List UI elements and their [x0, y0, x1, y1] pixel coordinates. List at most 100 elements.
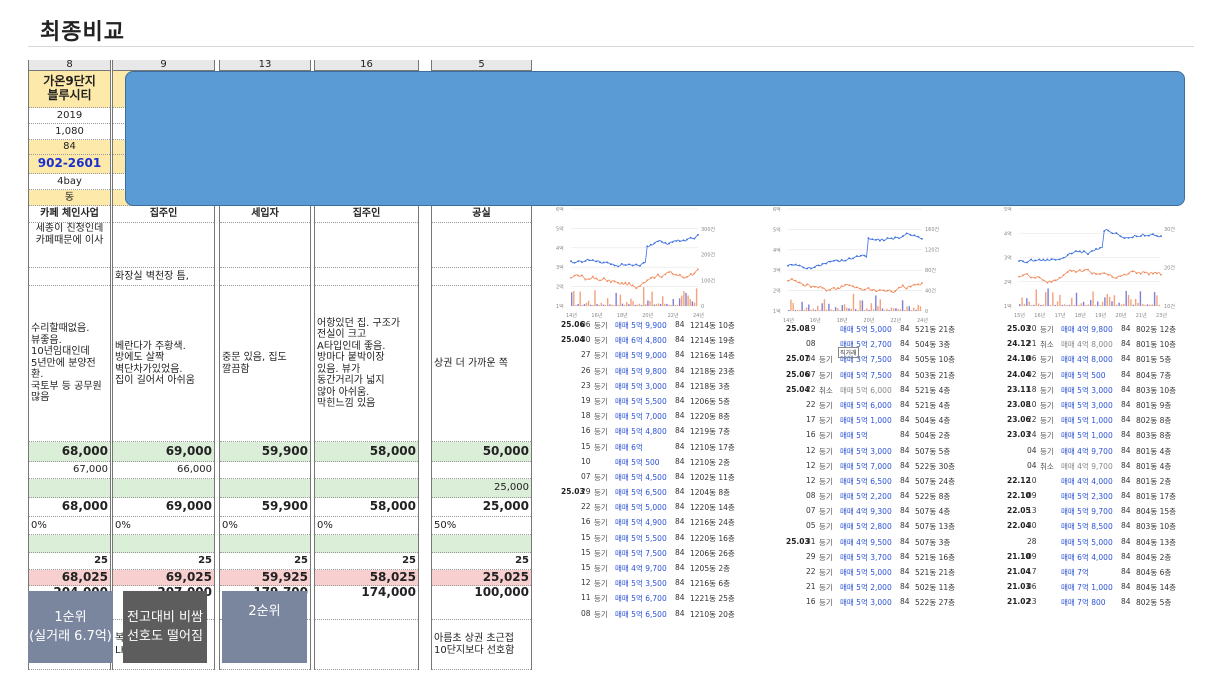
jeonse-point — [1078, 268, 1081, 271]
tx-a: 84 — [675, 380, 685, 390]
volume-bar — [678, 298, 681, 306]
list-item[interactable]: 25.06 06 등기 매매 5억 9,900 84 1214동 10층 — [561, 320, 735, 335]
list-item[interactable]: 21 등기 매매 5억 2,000 84 502동 11층 — [786, 582, 955, 597]
list-item[interactable]: 08 매매 5억 2,700 84 504동 3층 — [786, 339, 950, 354]
tx-p: 매매 5억 3,700 — [840, 552, 892, 562]
list-item[interactable]: 26 등기 매매 5억 9,800 84 1218동 23층 — [561, 366, 735, 381]
list-item[interactable]: 23.03 24 등기 매매 5억 1,000 84 803동 8층 — [1007, 430, 1182, 445]
volume-bar — [1035, 289, 1037, 306]
tx-t: 등기 — [1040, 446, 1054, 456]
y-tick: 2억 — [773, 288, 781, 295]
rank-box-1: 1순위 (실거래 6.7억) — [28, 591, 113, 663]
list-item[interactable]: 16 등기 매매 5억 4,800 84 1219동 7층 — [561, 426, 730, 441]
cell-p2: 67,000 — [29, 462, 110, 479]
list-item[interactable]: 12 등기 매매 5억 7,000 84 522동 30층 — [786, 461, 955, 476]
list-item[interactable]: 22.10 09 매매 5억 2,300 84 801동 17층 — [1007, 491, 1182, 506]
tx-t: 등기 — [1040, 370, 1054, 380]
list-item[interactable]: 12 등기 매매 5억 3,500 84 1216동 6층 — [561, 578, 730, 593]
list-item[interactable]: 24.10 06 등기 매매 4억 8,000 84 801동 5층 — [1007, 354, 1182, 369]
volume-bar — [628, 304, 630, 306]
list-item[interactable]: 21.02 23 매매 7억 800 84 802동 5층 — [1007, 597, 1182, 612]
list-item[interactable]: 25.08 19 매매 5억 5,000 84 521동 21층 — [786, 324, 955, 339]
tx-dd: 19 — [806, 324, 816, 333]
tx-t: 등기 — [1040, 385, 1054, 395]
cell-seller: 집주인 — [113, 206, 214, 223]
tx-t: 등기 — [594, 366, 608, 376]
jeonse-point — [1050, 281, 1053, 283]
list-item[interactable]: 19 등기 매매 5억 5,500 84 1206동 5층 — [561, 396, 730, 411]
tx-u: 801동 4층 — [1136, 461, 1172, 471]
list-item[interactable]: 25.04 30 등기 매매 6억 4,800 84 1214동 19층 — [561, 335, 735, 350]
tx-a: 84 — [900, 506, 910, 516]
tx-dd: 06 — [581, 320, 591, 329]
list-item[interactable]: 17 등기 매매 5억 1,000 84 504동 4층 — [786, 415, 950, 430]
list-item[interactable]: 29 등기 매매 5억 3,700 84 521동 16층 — [786, 552, 955, 567]
list-item[interactable]: 21.04 17 매매 7억 84 804동 6층 — [1007, 567, 1182, 582]
list-item[interactable]: 25.07 04 등기 매매 3억 7,500 84 505동 10층 직거래 — [786, 347, 955, 369]
sale-point — [1074, 250, 1077, 252]
list-item[interactable]: 25.03 20 등기 매매 4억 9,800 84 802동 12층 — [1007, 324, 1182, 339]
list-item[interactable]: 22.12 10 매매 4억 4,000 84 801동 2층 — [1007, 476, 1182, 491]
tx-p: 매매 6억 — [615, 442, 643, 452]
list-item[interactable]: 15 등기 매매 5억 7,500 84 1206동 26층 — [561, 548, 735, 563]
list-item[interactable]: 28 매매 5억 5,000 84 804동 13층 — [1007, 537, 1182, 552]
cell-p4: 58,000 — [315, 498, 418, 517]
list-item[interactable]: 04 취소 매매 4억 9,700 84 801동 4층 — [1007, 461, 1182, 476]
list-item[interactable]: 22 등기 매매 5억 6,000 84 521동 4층 — [786, 400, 950, 415]
list-item[interactable]: 16 등기 매매 5억 4,900 84 1216동 24층 — [561, 517, 735, 532]
list-item[interactable]: 07 등기 매매 4억 9,300 84 507동 4층 — [786, 506, 950, 521]
list-item[interactable]: 24.12 21 취소 매매 4억 8,000 84 801동 10층 — [1007, 339, 1182, 354]
volume-bar — [899, 309, 902, 311]
sale-point — [1034, 259, 1037, 262]
list-item[interactable]: 23.11 18 등기 매매 5억 3,000 84 803동 10층 — [1007, 385, 1182, 400]
list-item[interactable]: 25.03 29 등기 매매 5억 6,500 84 1204동 8층 — [561, 487, 730, 502]
list-item[interactable]: 15 등기 매매 6억 84 1210동 17층 — [561, 442, 735, 457]
list-item[interactable]: 24.04 02 등기 매매 5억 500 84 804동 7층 — [1007, 370, 1182, 385]
list-item[interactable]: 15 등기 매매 4억 9,700 84 1205동 2층 — [561, 563, 730, 578]
list-item[interactable]: 04 등기 매매 4억 9,700 84 801동 4층 — [1007, 446, 1182, 461]
list-item[interactable]: 22.05 13 매매 5억 9,700 84 804동 15층 — [1007, 506, 1182, 521]
list-item[interactable]: 11 등기 매매 5억 6,700 84 1221동 25층 — [561, 593, 735, 608]
list-item[interactable]: 16 등기 매매 5억 3,000 84 522동 27층 — [786, 597, 955, 612]
list-item[interactable]: 16 등기 매매 5억 84 504동 2층 — [786, 430, 950, 445]
list-item[interactable]: 23.08 10 등기 매매 5억 3,000 84 801동 9층 — [1007, 400, 1182, 415]
tx-u: 803동 10층 — [1136, 522, 1177, 532]
volume-bar — [1101, 301, 1104, 306]
volume-bar — [1026, 298, 1028, 306]
list-item[interactable]: 27 등기 매매 5억 9,000 84 1216동 14층 — [561, 350, 735, 365]
list-item[interactable]: 15 등기 매매 5억 5,500 84 1220동 16층 — [561, 533, 735, 548]
list-item[interactable]: 23.06 22 등기 매매 5억 1,000 84 802동 8층 — [1007, 415, 1182, 430]
list-item[interactable]: 23 등기 매매 5억 3,000 84 1218동 3층 — [561, 380, 730, 396]
list-item[interactable]: 22.04 30 매매 5억 8,500 84 803동 10층 — [1007, 521, 1182, 536]
jeonse-point — [620, 282, 623, 284]
volume-bar — [1059, 294, 1061, 306]
list-item[interactable]: 12 등기 매매 5억 6,500 84 507동 24층 — [786, 475, 955, 491]
sale-point — [1147, 234, 1150, 237]
volume-bar — [636, 304, 639, 306]
tx-dd: 06 — [1027, 354, 1037, 364]
list-item[interactable]: 07 등기 매매 5억 4,500 84 1202동 11층 — [561, 472, 735, 487]
list-item[interactable]: 25.04 22 취소 매매 5억 6,000 84 521동 4층 — [786, 384, 950, 400]
sale-point — [1054, 259, 1057, 261]
tx-t: 등기 — [594, 381, 608, 391]
list-item[interactable]: 05 등기 매매 5억 2,800 84 507동 13층 — [786, 521, 955, 536]
list-item[interactable]: 21.10 09 매매 6억 4,000 84 804동 2층 — [1007, 552, 1182, 567]
volume-bar — [674, 304, 677, 306]
list-item[interactable]: 12 등기 매매 5억 3,000 84 507동 5층 — [786, 446, 950, 461]
list-item[interactable]: 21.03 06 매매 7억 1,000 84 804동 14층 — [1007, 582, 1182, 597]
cell-seller: 카페 체인사업 — [29, 206, 110, 223]
list-item[interactable]: 22 등기 매매 5억 5,000 84 521동 21층 — [786, 567, 955, 582]
list-item[interactable]: 25.03 31 등기 매매 4억 9,500 84 507동 3층 — [786, 537, 950, 552]
tx-dd: 12 — [806, 475, 816, 485]
list-item[interactable]: 08 등기 매매 5억 2,200 84 522동 8층 — [786, 491, 950, 506]
tx-a: 84 — [1121, 415, 1131, 425]
tx-dd: 22 — [806, 384, 816, 394]
list-item[interactable]: 18 등기 매매 5억 7,000 84 1220동 8층 — [561, 411, 730, 426]
volume-bar — [895, 308, 897, 311]
list-item[interactable]: 25.06 07 등기 매매 5억 7,500 84 503동 21층 — [786, 370, 955, 385]
list-item[interactable]: 22 등기 매매 5억 5,000 84 1220동 14층 — [561, 502, 735, 517]
y-tick: 5억 — [556, 225, 564, 232]
sale-point — [787, 264, 789, 267]
list-item[interactable]: 10 매매 5억 500 84 1210동 2층 — [561, 457, 730, 472]
list-item[interactable]: 08 등기 매매 5억 6,500 84 1210동 20층 — [561, 609, 735, 624]
